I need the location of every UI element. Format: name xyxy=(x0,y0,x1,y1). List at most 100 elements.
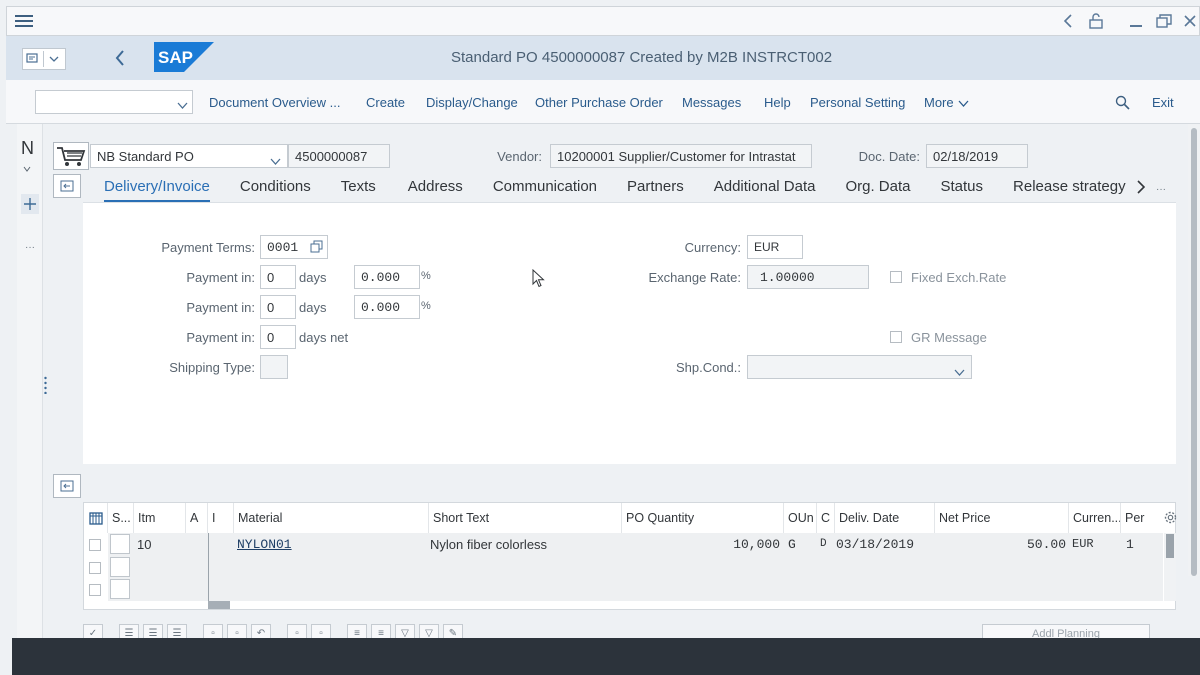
payment-terms-field[interactable]: 0001 xyxy=(260,235,328,259)
gr-message-label: GR Message xyxy=(911,330,987,345)
gr-message-checkbox[interactable] xyxy=(890,331,902,343)
payment-in-label-1: Payment in: xyxy=(186,270,255,285)
toolbar-help[interactable]: Help xyxy=(764,95,791,110)
unlock-icon[interactable] xyxy=(1085,10,1107,32)
vendor-field[interactable]: 10200001 Supplier/Customer for Intrastat xyxy=(550,144,812,168)
splitter-handle-icon[interactable] xyxy=(44,376,47,395)
table-scrollbar-thumb[interactable] xyxy=(1166,534,1174,558)
payment-in-days-1[interactable]: 0 xyxy=(260,265,296,289)
cell-net-price: 50.00 xyxy=(1026,536,1066,552)
tab-additional-data[interactable]: Additional Data xyxy=(714,172,816,202)
app-header: SAP Standard PO 4500000087 Created by M2… xyxy=(6,36,1200,80)
minimize-icon[interactable] xyxy=(1125,10,1147,32)
table-scrollbar[interactable] xyxy=(1164,533,1176,601)
chevron-left-icon[interactable] xyxy=(1057,10,1079,32)
tab-communication[interactable]: Communication xyxy=(493,172,597,202)
cell-material-link[interactable]: NYLON01 xyxy=(237,533,292,555)
table-settings-icon[interactable] xyxy=(84,503,108,533)
tab-texts[interactable]: Texts xyxy=(341,172,376,202)
col-short-text[interactable]: Short Text xyxy=(429,503,622,533)
row-select-checkbox[interactable] xyxy=(89,562,101,574)
chevron-right-icon[interactable] xyxy=(1134,178,1148,196)
po-number-field[interactable]: 4500000087 xyxy=(288,144,390,168)
col-material[interactable]: Material xyxy=(234,503,429,533)
search-icon[interactable] xyxy=(1112,92,1132,112)
chevron-down-icon xyxy=(270,153,281,168)
tab-address[interactable]: Address xyxy=(408,172,463,202)
col-currency[interactable]: Curren... xyxy=(1069,503,1121,533)
command-field[interactable] xyxy=(35,90,193,114)
shp-cond-label: Shp.Cond.: xyxy=(675,360,741,375)
col-item[interactable]: Itm xyxy=(134,503,186,533)
col-status[interactable]: S... xyxy=(108,503,134,533)
delivery-invoice-panel: Payment Terms: 0001 Payment in: 0 days 0… xyxy=(83,202,1176,464)
restore-icon[interactable] xyxy=(1153,10,1175,32)
vertical-scrollbar[interactable] xyxy=(1188,124,1200,576)
tab-status[interactable]: Status xyxy=(941,172,984,202)
payment-terms-label: Payment Terms: xyxy=(161,240,255,255)
currency-label: Currency: xyxy=(684,240,741,255)
tabs-overflow-icon[interactable]: ··· xyxy=(1156,184,1166,195)
col-per[interactable]: Per xyxy=(1121,503,1161,533)
close-icon[interactable] xyxy=(1181,10,1199,32)
col-item-category[interactable]: I xyxy=(208,503,234,533)
toolbar-messages[interactable]: Messages xyxy=(682,95,741,110)
toolbar-display-change[interactable]: Display/Change xyxy=(426,95,518,110)
payment-in-days-3[interactable]: 0 xyxy=(260,325,296,349)
currency-field[interactable]: EUR xyxy=(747,235,803,259)
svg-text:SAP: SAP xyxy=(158,48,193,67)
overflow-dots-icon[interactable]: ··· xyxy=(25,242,35,253)
toolbar-create[interactable]: Create xyxy=(366,95,405,110)
col-order-unit[interactable]: OUn xyxy=(784,503,817,533)
toolbar-other-purchase-order[interactable]: Other Purchase Order xyxy=(535,95,663,110)
col-category[interactable]: C xyxy=(817,503,835,533)
row-select-checkbox[interactable] xyxy=(89,539,101,551)
row-status-box[interactable] xyxy=(110,579,130,599)
tab-partners[interactable]: Partners xyxy=(627,172,684,202)
cell-delivery-date: 03/18/2019 xyxy=(836,536,915,552)
cell-category: D xyxy=(820,538,827,550)
toolbar-exit[interactable]: Exit xyxy=(1152,95,1174,110)
chevron-down-icon xyxy=(44,56,65,62)
days-label-1: days xyxy=(299,270,327,285)
shipping-type-field[interactable] xyxy=(260,355,288,379)
gear-icon[interactable] xyxy=(1164,511,1177,527)
col-account-assignment[interactable]: A xyxy=(186,503,208,533)
row-select-checkbox[interactable] xyxy=(89,584,101,596)
toolbar-more[interactable]: More xyxy=(924,95,969,110)
cell-order-unit: G xyxy=(788,536,796,552)
fixed-exch-rate-checkbox[interactable] xyxy=(890,271,902,283)
toolbar-personal-setting[interactable]: Personal Setting xyxy=(810,95,905,110)
col-delivery-date[interactable]: Deliv. Date xyxy=(835,503,935,533)
doc-type-select[interactable]: NB Standard PO xyxy=(90,144,288,168)
payment-in-percent-1[interactable]: 0.000 xyxy=(354,265,420,289)
tab-release-strategy[interactable]: Release strategy xyxy=(1013,172,1126,202)
chevron-down-icon[interactable] xyxy=(23,160,31,175)
exchange-rate-field[interactable]: 1.00000 xyxy=(747,265,869,289)
back-icon[interactable] xyxy=(110,47,130,69)
tab-org-data[interactable]: Org. Data xyxy=(845,172,910,202)
nav-letter-icon[interactable]: N xyxy=(21,138,34,159)
row-status-box[interactable] xyxy=(110,557,130,577)
hamburger-icon[interactable] xyxy=(13,10,35,32)
collapse-header-icon[interactable] xyxy=(53,174,81,198)
payment-in-percent-2[interactable]: 0.000 xyxy=(354,295,420,319)
tab-conditions[interactable]: Conditions xyxy=(240,172,311,202)
row-status-box[interactable] xyxy=(110,534,130,554)
command-input[interactable] xyxy=(36,91,166,113)
collapse-items-icon[interactable] xyxy=(53,474,81,498)
table-horizontal-scroll-thumb[interactable] xyxy=(208,601,230,609)
system-menu-button[interactable] xyxy=(22,48,66,70)
move-icon[interactable] xyxy=(21,194,39,214)
page-title: Standard PO 4500000087 Created by M2B IN… xyxy=(451,49,833,66)
tab-delivery-invoice[interactable]: Delivery/Invoice xyxy=(104,172,210,202)
scrollbar-thumb[interactable] xyxy=(1191,128,1197,576)
shp-cond-select[interactable] xyxy=(747,355,972,379)
col-net-price[interactable]: Net Price xyxy=(935,503,1069,533)
toolbar-document-overview[interactable]: Document Overview ... xyxy=(209,95,341,110)
value-help-icon[interactable] xyxy=(310,240,323,256)
payment-in-days-2[interactable]: 0 xyxy=(260,295,296,319)
shopping-cart-icon[interactable] xyxy=(53,142,89,170)
doc-date-field[interactable]: 02/18/2019 xyxy=(926,144,1028,168)
col-po-quantity[interactable]: PO Quantity xyxy=(622,503,784,533)
